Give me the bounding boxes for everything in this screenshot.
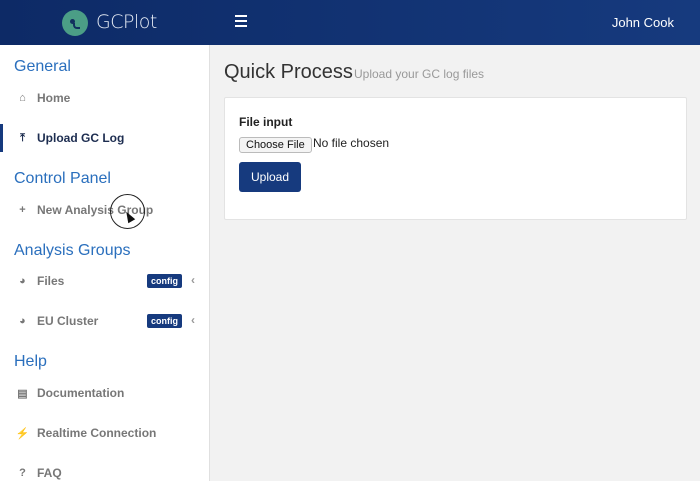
book-icon: ▤ [17, 387, 28, 400]
section-help: Help [14, 353, 47, 370]
brand-name[interactable]: GCPlot [96, 11, 157, 33]
sidebar: General ⌂ Home ⤒ Upload GC Log Control P… [0, 45, 210, 481]
sidebar-item-label: Files [37, 274, 65, 288]
sidebar-item-label: Home [37, 91, 71, 105]
main-content: Quick Process Upload your GC log files F… [210, 45, 700, 481]
upload-panel: File input Choose File No file chosen Up… [224, 97, 687, 220]
sidebar-item-label: Realtime Connection [37, 426, 157, 440]
top-navbar: GCPlot John Cook [0, 0, 700, 45]
plug-icon: ⚡ [15, 427, 30, 440]
sidebar-item-new-analysis-group[interactable]: + New Analysis Group [0, 196, 209, 224]
gcplot-logo-icon[interactable] [62, 10, 88, 36]
section-analysis-groups: Analysis Groups [14, 242, 131, 259]
sidebar-item-eu-cluster[interactable]: ◕ EU Cluster config ‹ [0, 307, 209, 335]
file-input-label: File input [239, 115, 293, 129]
file-status-text: No file chosen [313, 136, 390, 150]
sidebar-item-home[interactable]: ⌂ Home [0, 84, 209, 112]
config-badge[interactable]: config [147, 274, 182, 288]
question-icon: ? [19, 467, 26, 479]
upload-button[interactable]: Upload [239, 162, 301, 192]
sidebar-item-upload-gc-log[interactable]: ⤒ Upload GC Log [0, 124, 209, 152]
choose-file-button[interactable]: Choose File [239, 137, 312, 153]
sidebar-item-label: EU Cluster [37, 314, 99, 328]
pie-chart-icon: ◕ [19, 315, 26, 327]
page-title: Quick Process [224, 61, 353, 83]
upload-icon: ⤒ [20, 131, 25, 144]
chevron-left-icon[interactable]: ‹ [191, 273, 195, 287]
sidebar-item-label: Upload GC Log [37, 131, 125, 145]
sidebar-item-realtime-connection[interactable]: ⚡ Realtime Connection [0, 419, 209, 447]
home-icon: ⌂ [19, 92, 26, 104]
sidebar-item-files[interactable]: ◕ Files config ‹ [0, 267, 209, 295]
chevron-left-icon[interactable]: ‹ [191, 313, 195, 327]
section-control-panel: Control Panel [14, 170, 111, 187]
sidebar-item-documentation[interactable]: ▤ Documentation [0, 379, 209, 407]
sidebar-item-faq[interactable]: ? FAQ [0, 459, 209, 481]
section-general: General [14, 58, 71, 75]
page-subtitle: Upload your GC log files [354, 67, 485, 81]
user-menu[interactable]: John Cook [612, 15, 674, 30]
sidebar-item-label: Documentation [37, 386, 125, 400]
menu-toggle-icon[interactable] [235, 15, 247, 29]
sidebar-item-label: FAQ [37, 466, 62, 480]
pie-chart-icon: ◕ [19, 275, 26, 287]
config-badge[interactable]: config [147, 314, 182, 328]
plus-icon: + [19, 204, 26, 216]
